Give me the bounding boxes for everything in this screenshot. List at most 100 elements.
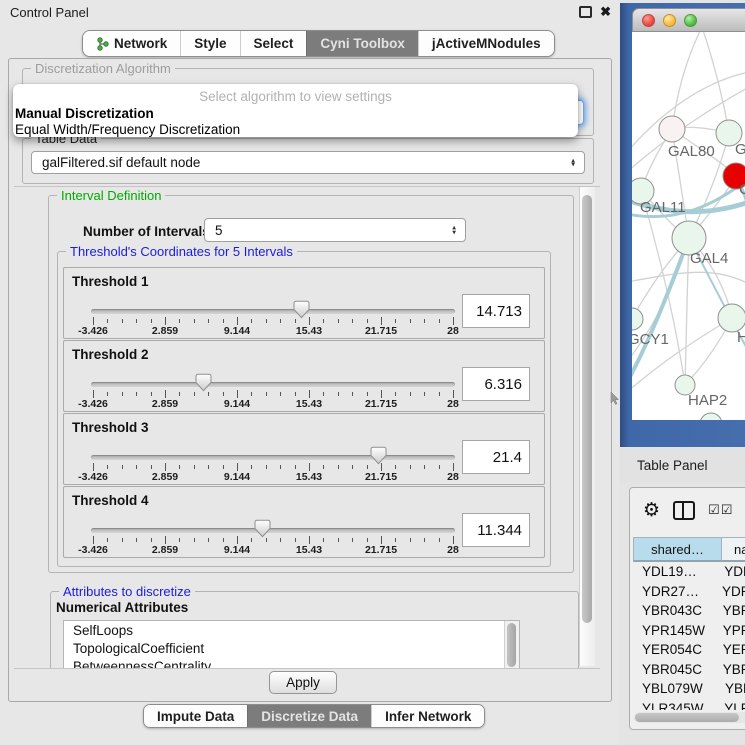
network-node[interactable]: [700, 413, 722, 420]
table-hscrollbar[interactable]: [634, 712, 745, 723]
float-icon[interactable]: [579, 6, 592, 18]
table-row[interactable]: YLR345WYLR3: [633, 699, 745, 711]
popup-item-manual-discretization[interactable]: Manual Discretization: [13, 106, 578, 122]
table-hscrollbar-thumb[interactable]: [635, 713, 739, 722]
threshold-value-4[interactable]: 11.344: [462, 513, 530, 547]
tab-label-infer-network: Infer Network: [385, 709, 471, 724]
gear-icon[interactable]: ⚙: [643, 501, 660, 520]
attribute-item-topologicalcoefficient[interactable]: TopologicalCoefficient: [64, 639, 519, 657]
network-window-titlebar[interactable]: [632, 8, 745, 32]
threshold-label-1: Threshold 1: [72, 274, 149, 289]
slider-tick: [280, 319, 281, 323]
stepper-icon: ▴▾: [452, 226, 456, 235]
tab-discretize-data[interactable]: Discretize Data: [247, 705, 371, 727]
table-data-combobox[interactable]: galFiltered.sif default node ▴▾: [31, 151, 585, 174]
slider-tick: [453, 317, 454, 325]
apply-button[interactable]: Apply: [269, 671, 337, 694]
network-node-gcy1[interactable]: [632, 308, 643, 330]
slider-tick: [395, 465, 396, 469]
table-row[interactable]: YPR145WYPR1: [633, 621, 745, 641]
tab-select[interactable]: Select: [240, 31, 307, 56]
table-row[interactable]: YBR045CYBR0: [633, 660, 745, 680]
select-columns-icon[interactable]: ☑☑: [708, 503, 733, 518]
slider-tick: [338, 538, 339, 542]
threshold-slider-handle-4[interactable]: [254, 519, 271, 538]
table-row[interactable]: YER054CYER0: [633, 640, 745, 660]
tab-cyni-toolbox[interactable]: Cyni Toolbox: [306, 31, 418, 56]
threshold-slider-track-3[interactable]: [91, 455, 455, 460]
zoom-traffic-light-icon[interactable]: [684, 14, 697, 27]
popup-item-equal-width-frequency[interactable]: Equal Width/Frequency Discretization: [13, 122, 578, 138]
table-data-value: galFiltered.sif default node: [42, 155, 200, 170]
attributes-title: Attributes to discretize: [59, 584, 195, 599]
threshold-slider-handle-1[interactable]: [293, 300, 310, 319]
threshold-slider-track-2[interactable]: [91, 382, 455, 387]
number-of-intervals-value: 5: [215, 223, 223, 238]
table-row[interactable]: YDL19…YDL1: [633, 562, 745, 582]
slider-tick: [395, 392, 396, 396]
table-row[interactable]: YDR27…YDR2: [633, 582, 745, 602]
slider-tick: [367, 538, 368, 542]
attribute-item-selfloops[interactable]: SelfLoops: [64, 621, 519, 639]
settings-viewport: Interval Definition Number of Intervals …: [14, 186, 600, 669]
slider-tick: [381, 536, 382, 544]
table-row[interactable]: YBL079WYBL0: [633, 679, 745, 699]
node-label-gal80: GAL80: [668, 143, 715, 160]
column-header-name[interactable]: na: [722, 537, 745, 562]
tab-label-jactivemnodules: jActiveMNodules: [432, 36, 541, 51]
cell-shared-name: YBR045C: [633, 662, 718, 677]
numerical-attributes-list[interactable]: SelfLoopsTopologicalCoefficientBetweenne…: [63, 620, 520, 669]
cell-shared-name: YLR345W: [633, 701, 719, 710]
threshold-slider-track-4[interactable]: [91, 528, 455, 533]
close-traffic-light-icon[interactable]: [642, 14, 655, 27]
node-label-c: C: [739, 181, 745, 198]
cell-name: YBR0: [718, 603, 745, 618]
tab-infer-network[interactable]: Infer Network: [371, 705, 484, 727]
tab-impute-data[interactable]: Impute Data: [144, 705, 247, 727]
threshold-value-1[interactable]: 14.713: [462, 294, 530, 328]
cell-shared-name: YPR145W: [633, 623, 718, 638]
numerical-attributes-label: Numerical Attributes: [56, 600, 188, 615]
table-rows: YDL19…YDL1YDR27…YDR2YBR043CYBR0YPR145WYP…: [633, 562, 745, 710]
column-header-shared-name[interactable]: shared…: [633, 537, 722, 562]
threshold-slider-handle-3[interactable]: [370, 446, 387, 465]
slider-tick: [223, 465, 224, 469]
close-icon[interactable]: ✖: [600, 6, 611, 18]
node-label-gal4: GAL4: [690, 250, 728, 267]
tab-style[interactable]: Style: [180, 31, 239, 56]
number-of-intervals-combobox[interactable]: 5 ▴▾: [204, 218, 466, 242]
cell-shared-name: YBL079W: [633, 681, 720, 696]
table-toolbar: ⚙ ☑☑: [630, 488, 745, 532]
network-graph: GAL80GACGAL11GAL4GCY1HHAP2: [632, 32, 745, 420]
slider-tick: [367, 465, 368, 469]
split-columns-icon[interactable]: [673, 501, 695, 520]
threshold-slider-handle-2[interactable]: [195, 373, 212, 392]
threshold-slider-track-1[interactable]: [91, 309, 455, 314]
tab-label-cyni-toolbox: Cyni Toolbox: [320, 36, 405, 51]
settings-scrollbar[interactable]: [579, 187, 595, 666]
slider-tick-label: 28: [447, 544, 459, 556]
table-row[interactable]: YBR043CYBR0: [633, 601, 745, 621]
attributes-scrollbar[interactable]: [504, 621, 519, 669]
slider-tick-label: 2.859: [152, 398, 178, 410]
slider-tick: [395, 319, 396, 323]
attribute-item-betweennesscentrality[interactable]: BetweennessCentrality: [64, 657, 519, 669]
tab-network[interactable]: Network: [83, 31, 180, 56]
thresholds-group: Threshold's Coordinates for 5 Intervals …: [57, 251, 551, 567]
network-node-h[interactable]: [718, 304, 745, 332]
threshold-box-1: Threshold 1-3.4262.8599.14415.4321.71528…: [63, 267, 545, 339]
threshold-value-3[interactable]: 21.4: [462, 440, 530, 474]
scrollbar-thumb[interactable]: [582, 195, 592, 623]
slider-tick: [323, 538, 324, 542]
stepper-icon: ▴▾: [571, 158, 575, 167]
slider-tick: [453, 536, 454, 544]
network-node-gal80[interactable]: [659, 116, 685, 142]
slider-tick: [122, 465, 123, 469]
tab-jactivemnodules[interactable]: jActiveMNodules: [418, 31, 554, 56]
slider-tick: [352, 465, 353, 469]
threshold-value-2[interactable]: 6.316: [462, 367, 530, 401]
network-canvas[interactable]: GAL80GACGAL11GAL4GCY1HHAP2: [632, 32, 745, 420]
minimize-traffic-light-icon[interactable]: [663, 14, 676, 27]
slider-tick: [194, 392, 195, 396]
slider-tick: [410, 538, 411, 542]
